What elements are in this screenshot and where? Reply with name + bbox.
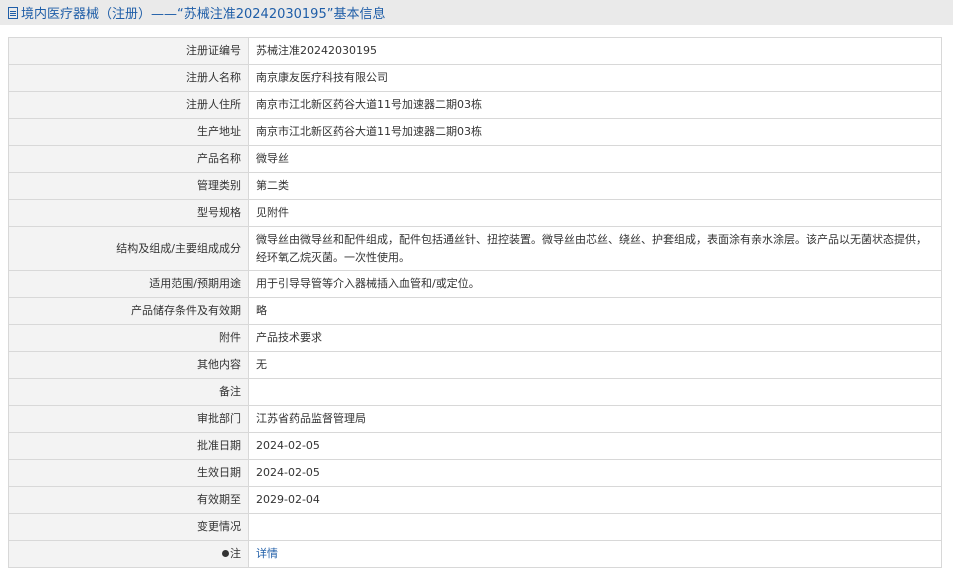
field-value: 2024-02-05 [248,432,942,460]
table-row: 备注 [8,378,942,406]
table-row: 结构及组成/主要组成成分 微导丝由微导丝和配件组成，配件包括通丝针、扭控装置。微… [8,226,942,271]
field-value: 产品技术要求 [248,324,942,352]
table-row: 适用范围/预期用途 用于引导导管等介入器械插入血管和/或定位。 [8,270,942,298]
field-value: 苏械注准20242030195 [248,37,942,65]
field-label: 注册人名称 [8,64,249,92]
table-row: 产品储存条件及有效期 略 [8,297,942,325]
field-value: 微导丝由微导丝和配件组成，配件包括通丝针、扭控装置。微导丝由芯丝、绕丝、护套组成… [248,226,942,271]
field-label: 生产地址 [8,118,249,146]
table-row: 管理类别 第二类 [8,172,942,200]
field-value: 第二类 [248,172,942,200]
pin-icon [222,550,229,557]
field-value: 江苏省药品监督管理局 [248,405,942,433]
field-label: 附件 [8,324,249,352]
table-row: 生效日期 2024-02-05 [8,459,942,487]
field-label: 适用范围/预期用途 [8,270,249,298]
field-label: 其他内容 [8,351,249,379]
table-row: 变更情况 [8,513,942,541]
details-link[interactable]: 详情 [256,547,278,560]
field-label: 产品名称 [8,145,249,173]
table-row: 注册证编号 苏械注准20242030195 [8,37,942,65]
field-label: 有效期至 [8,486,249,514]
table-row: 注册人名称 南京康友医疗科技有限公司 [8,64,942,92]
field-value: 无 [248,351,942,379]
field-label: 型号规格 [8,199,249,227]
field-label: 注册证编号 [8,37,249,65]
detail-table: 注册证编号 苏械注准20242030195 注册人名称 南京康友医疗科技有限公司… [8,37,942,568]
field-label: 变更情况 [8,513,249,541]
field-value: 用于引导导管等介入器械插入血管和/或定位。 [248,270,942,298]
table-row: 附件 产品技术要求 [8,324,942,352]
field-label: 批准日期 [8,432,249,460]
field-label: 结构及组成/主要组成成分 [8,226,249,271]
table-row: 生产地址 南京市江北新区药谷大道11号加速器二期03栋 [8,118,942,146]
field-value [248,513,942,541]
field-value: 2024-02-05 [248,459,942,487]
field-label: 生效日期 [8,459,249,487]
page-header: 境内医疗器械（注册）——“苏械注准20242030195”基本信息 [0,0,953,25]
note-label-cell: 注 [8,540,249,568]
field-label: 产品储存条件及有效期 [8,297,249,325]
field-value: 见附件 [248,199,942,227]
field-value: 2029-02-04 [248,486,942,514]
table-row: 有效期至 2029-02-04 [8,486,942,514]
table-row: 其他内容 无 [8,351,942,379]
note-value-cell: 详情 [248,540,942,568]
document-icon [8,7,18,19]
table-row: 注册人住所 南京市江北新区药谷大道11号加速器二期03栋 [8,91,942,119]
table-row: 批准日期 2024-02-05 [8,432,942,460]
field-value: 南京市江北新区药谷大道11号加速器二期03栋 [248,91,942,119]
field-value: 微导丝 [248,145,942,173]
field-value [248,378,942,406]
field-label: 备注 [8,378,249,406]
table-row: 产品名称 微导丝 [8,145,942,173]
field-value: 南京康友医疗科技有限公司 [248,64,942,92]
field-label: 审批部门 [8,405,249,433]
field-label: 注册人住所 [8,91,249,119]
field-value: 略 [248,297,942,325]
field-label: 管理类别 [8,172,249,200]
page-title: 境内医疗器械（注册）——“苏械注准20242030195”基本信息 [21,7,386,22]
note-label: 注 [230,547,241,560]
note-row: 注 详情 [8,540,942,568]
table-row: 型号规格 见附件 [8,199,942,227]
field-value: 南京市江北新区药谷大道11号加速器二期03栋 [248,118,942,146]
table-row: 审批部门 江苏省药品监督管理局 [8,405,942,433]
